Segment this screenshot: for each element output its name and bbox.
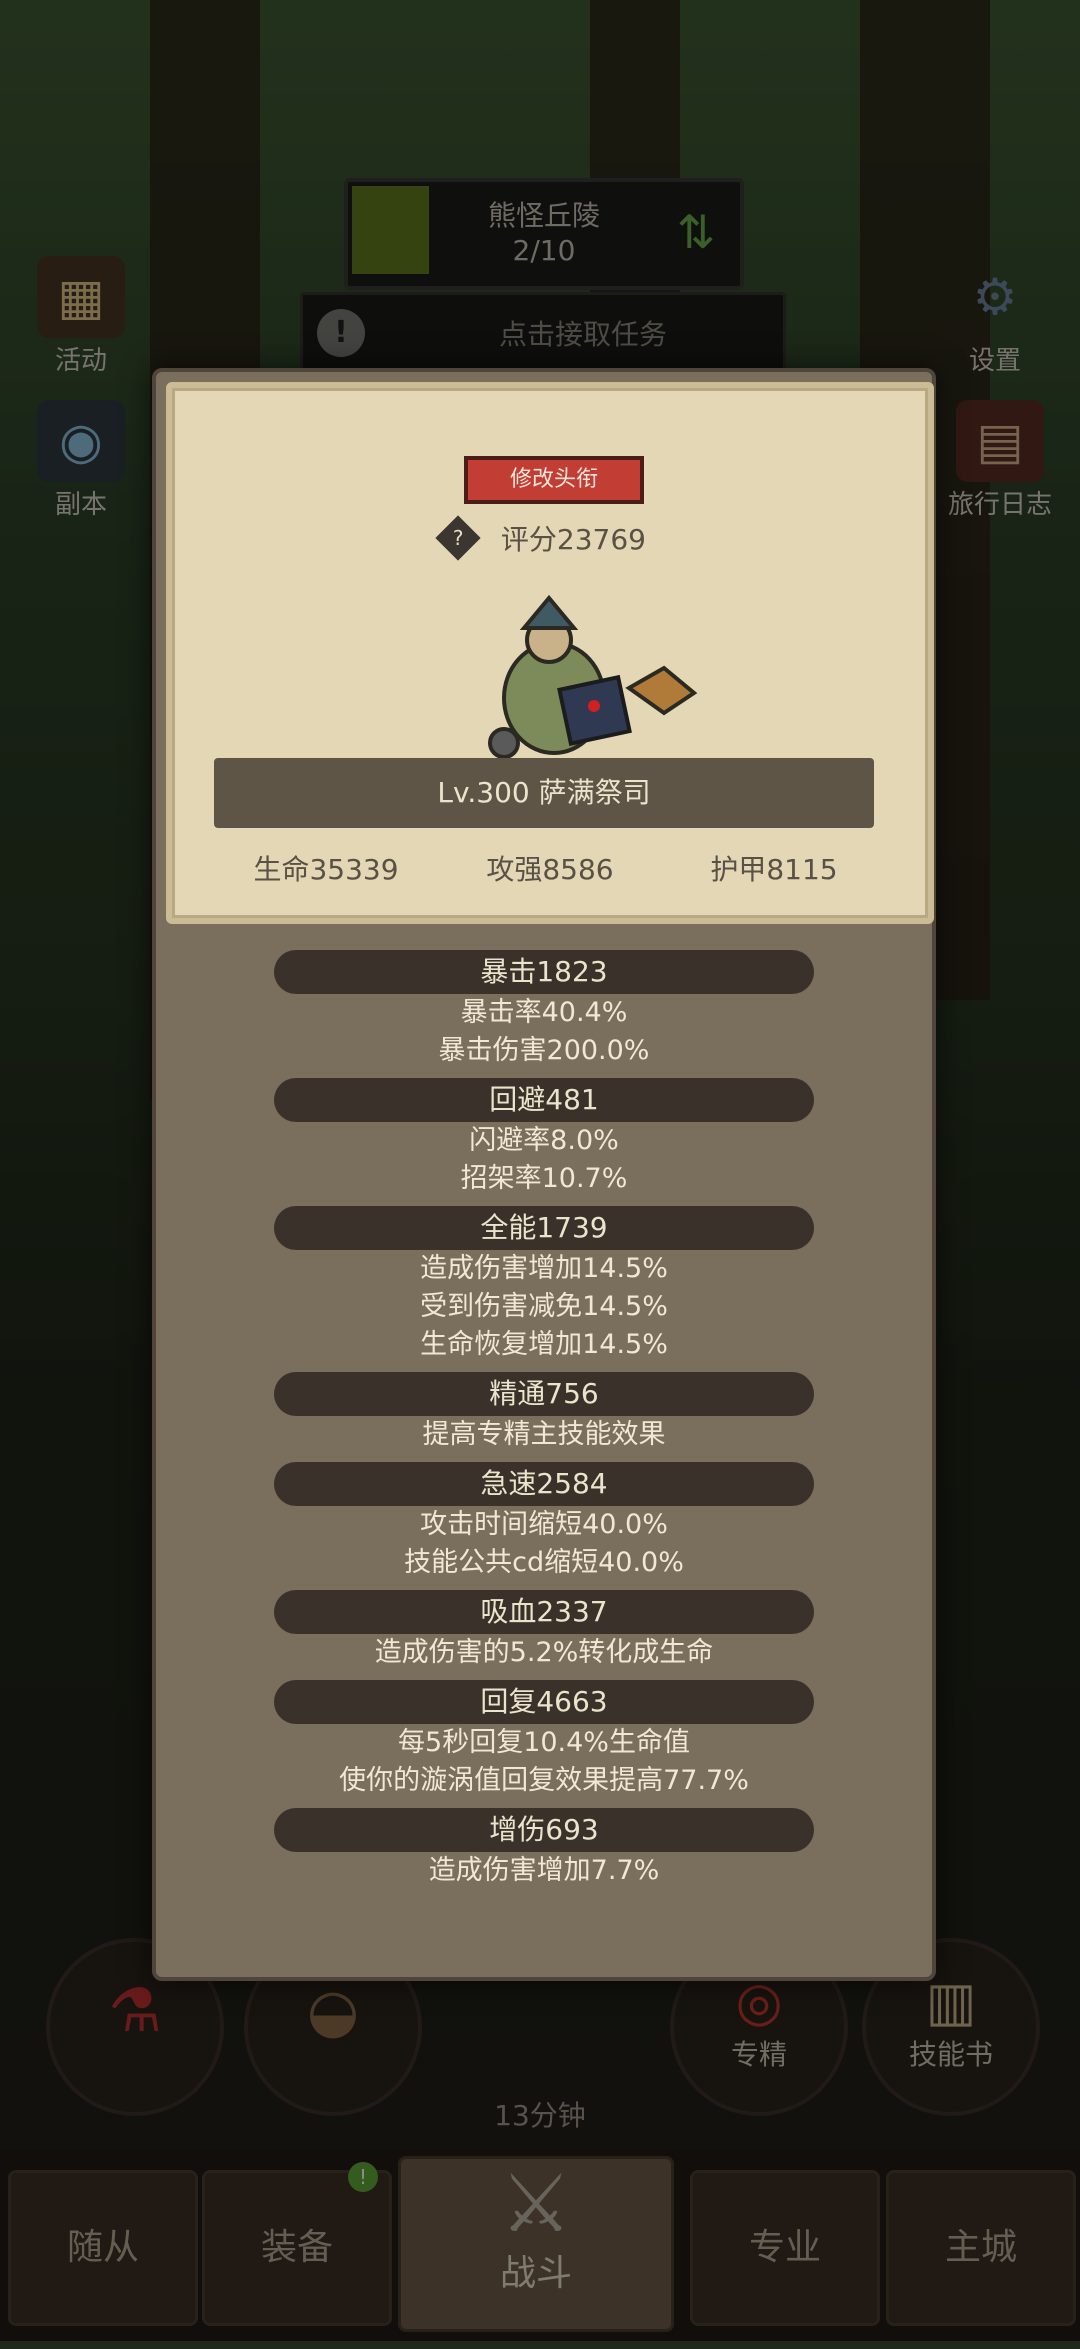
character-card: 修改头衔 ? 评分23769 Lv.300 萨满祭司 生命35339 攻强858… xyxy=(166,382,934,924)
stat-line: 暴击率40.4% xyxy=(460,997,628,1028)
stat-line: 生命恢复增加14.5% xyxy=(420,1329,668,1360)
stat-line: 闪避率8.0% xyxy=(469,1125,619,1156)
stat-section-mastery: 精通756 提高专精主技能效果 xyxy=(274,1372,814,1454)
score-row: ? 评分23769 xyxy=(435,515,646,564)
hp-stat: 生命35339 xyxy=(253,853,399,886)
stat-line: 每5秒回复10.4%生命值 xyxy=(398,1727,690,1758)
stat-section-haste: 急速2584 攻击时间缩短40.0% 技能公共cd缩短40.0% xyxy=(274,1462,814,1582)
stat-section-versatility: 全能1739 造成伤害增加14.5% 受到伤害减免14.5% 生命恢复增加14.… xyxy=(274,1206,814,1364)
stat-line: 受到伤害减免14.5% xyxy=(420,1291,668,1322)
stat-header: 吸血2337 xyxy=(274,1590,814,1634)
armor-stat: 护甲8115 xyxy=(710,853,838,886)
stat-line: 造成伤害的5.2%转化成生命 xyxy=(374,1637,714,1668)
stat-section-regen: 回复4663 每5秒回复10.4%生命值 使你的漩涡值回复效果提高77.7% xyxy=(274,1680,814,1800)
score-value: 评分23769 xyxy=(500,523,646,556)
character-name-banner: Lv.300 萨满祭司 xyxy=(214,758,874,828)
stat-line: 技能公共cd缩短40.0% xyxy=(404,1547,684,1578)
stat-line: 招架率10.7% xyxy=(460,1163,628,1194)
stat-line: 攻击时间缩短40.0% xyxy=(420,1509,668,1540)
stat-header: 暴击1823 xyxy=(274,950,814,994)
stat-section-crit: 暴击1823 暴击率40.4% 暴击伤害200.0% xyxy=(274,950,814,1070)
stat-header: 回复4663 xyxy=(274,1680,814,1724)
stat-header: 全能1739 xyxy=(274,1206,814,1250)
stat-line: 使你的漩涡值回复效果提高77.7% xyxy=(339,1765,749,1796)
stat-header: 回避481 xyxy=(274,1078,814,1122)
stat-line: 暴击伤害200.0% xyxy=(438,1035,650,1066)
stat-header: 精通756 xyxy=(274,1372,814,1416)
stat-line: 造成伤害增加14.5% xyxy=(420,1253,668,1284)
character-stats-popup: 修改头衔 ? 评分23769 Lv.300 萨满祭司 生命35339 攻强858… xyxy=(152,368,936,1981)
base-stats: 生命35339 攻强8586 护甲8115 xyxy=(172,848,928,892)
stat-section-avoidance: 回避481 闪避率8.0% 招架率10.7% xyxy=(274,1078,814,1198)
stat-line: 造成伤害增加7.7% xyxy=(428,1855,660,1886)
stat-header: 急速2584 xyxy=(274,1462,814,1506)
stat-header: 增伤693 xyxy=(274,1808,814,1852)
change-title-button[interactable]: 修改头衔 xyxy=(464,456,644,504)
stat-section-lifesteal: 吸血2337 造成伤害的5.2%转化成生命 xyxy=(274,1590,814,1672)
help-icon[interactable]: ? xyxy=(435,515,481,561)
attack-stat: 攻强8586 xyxy=(486,853,614,886)
character-portrait xyxy=(488,594,698,759)
stat-section-damage-bonus: 增伤693 造成伤害增加7.7% xyxy=(274,1808,814,1890)
stat-line: 提高专精主技能效果 xyxy=(422,1419,666,1450)
